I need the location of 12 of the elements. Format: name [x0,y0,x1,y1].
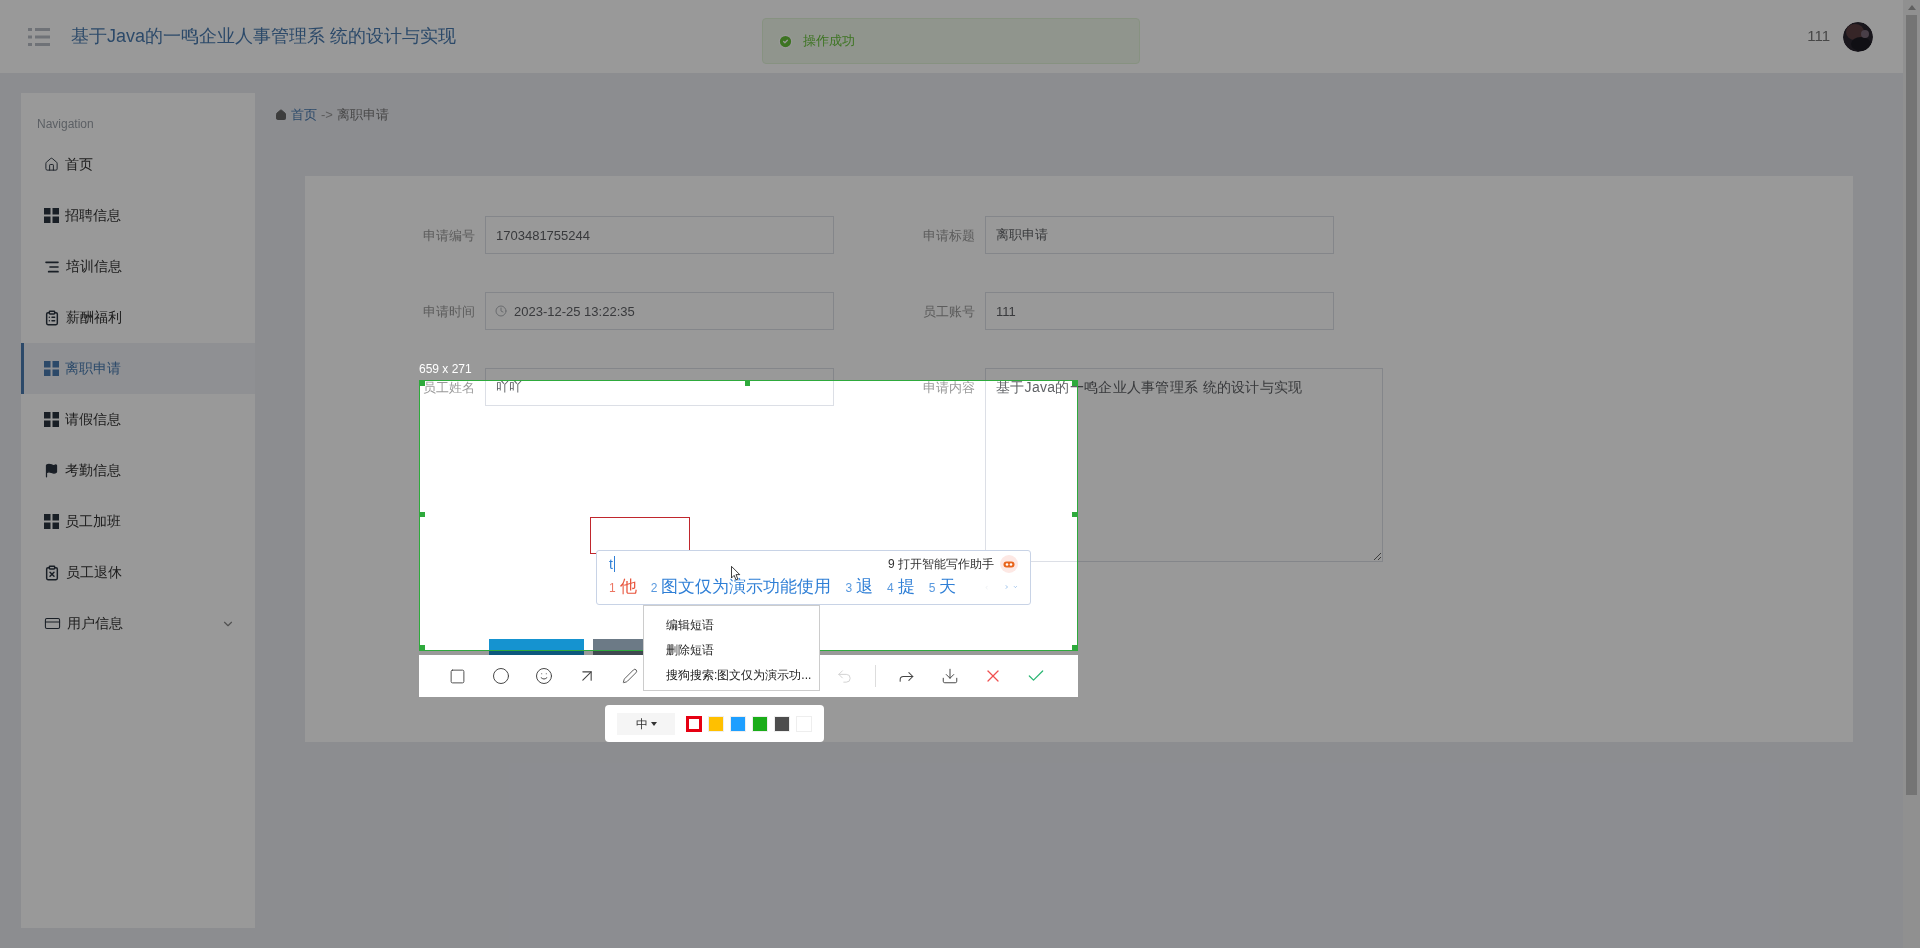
field-label: 员工姓名 [423,379,475,395]
nav-heading: Navigation [36,116,95,132]
username: 111 [1807,26,1830,47]
field-label: 申请时间 [423,303,475,319]
breadcrumb-separator: -> [321,106,333,125]
app-title: 基于Java的一鸣企业人事管理系 统的设计与实现 [71,25,457,48]
toast-message: 操作成功 [803,32,855,51]
field-label: 申请标题 [923,227,975,243]
breadcrumb-current: 离职申请 [336,106,389,125]
size-label: 659 x 271 [419,361,472,377]
field-label: 申请内容 [923,379,975,395]
field-label: 申请编号 [423,227,475,243]
